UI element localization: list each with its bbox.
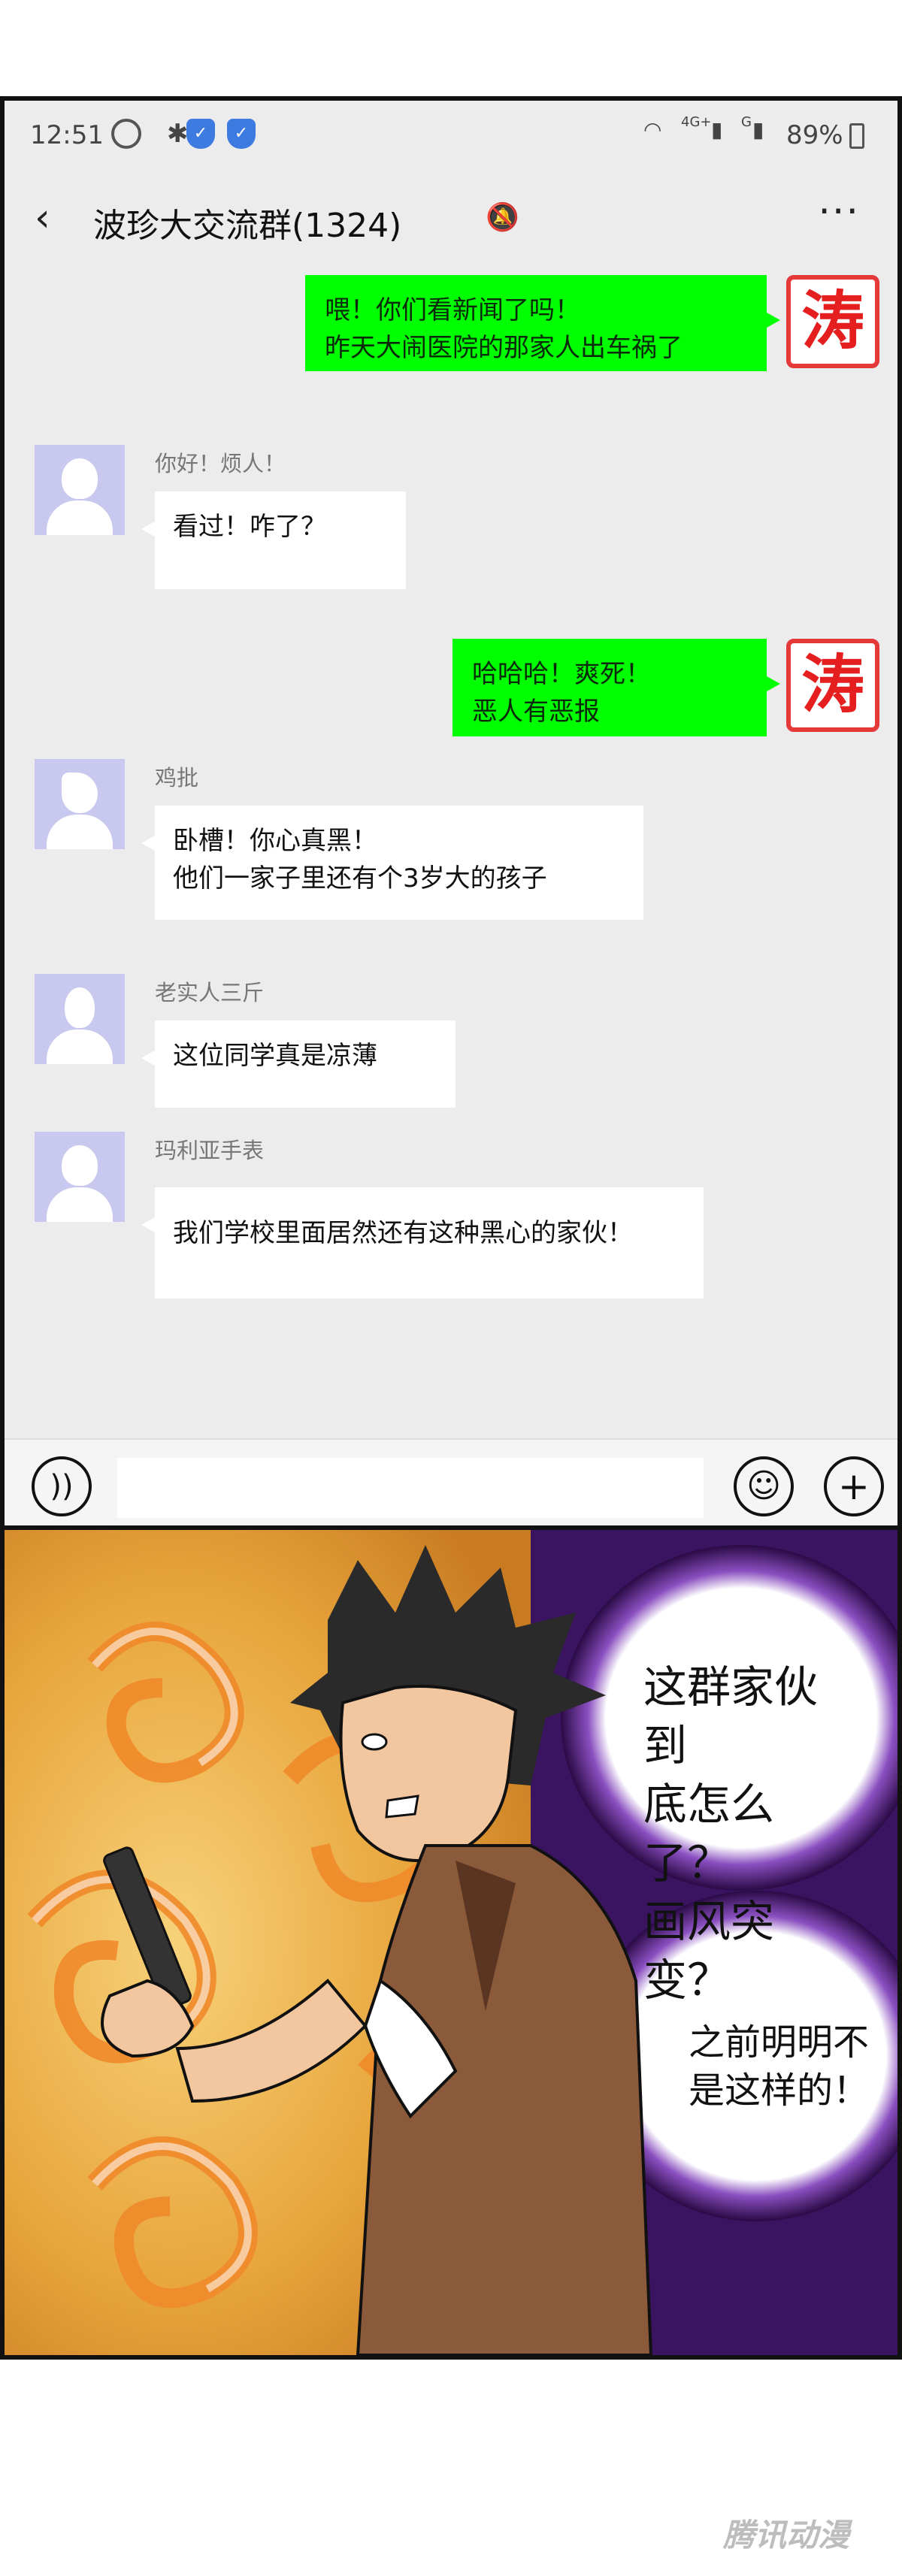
- manga-panel: 这群家伙到 底怎么了？ 画风突变？ 之前明明不 是这样的！: [0, 1525, 902, 2360]
- message-line: 恶人有恶报: [472, 697, 600, 727]
- speech-bubble: 这群家伙到 底怎么了？ 画风突变？: [613, 1643, 861, 2006]
- sender-name: 你好！烦人！: [155, 451, 286, 476]
- shield-icon: ✓: [227, 119, 256, 149]
- status-time: 12:51: [30, 120, 104, 150]
- message-bubble[interactable]: 这位同学真是凉薄: [141, 1020, 456, 1108]
- more-icon[interactable]: ···: [818, 189, 860, 234]
- avatar-body: [47, 815, 113, 849]
- avatar[interactable]: [35, 445, 125, 535]
- message-line: 我们学校里面居然还有这种黑心的家伙！: [173, 1218, 633, 1248]
- sender-name: 玛利亚手表: [155, 1138, 265, 1163]
- message-line: 喂！你们看新闻了吗！: [325, 295, 580, 325]
- message-line: 卧槽！你心真黑！: [173, 826, 377, 856]
- avatar-head: [62, 1145, 98, 1186]
- mouth: [385, 1794, 419, 1819]
- avatar[interactable]: [35, 759, 125, 849]
- avatar-self[interactable]: 涛: [786, 639, 879, 732]
- message-bubble[interactable]: 看过！咋了？: [141, 491, 406, 589]
- battery-level: 89%: [786, 120, 843, 150]
- message-bubble-self[interactable]: 哈哈哈！爽死！ 恶人有恶报: [453, 639, 780, 736]
- message-input[interactable]: [117, 1458, 704, 1518]
- wifi-icon: ◠: [643, 117, 662, 142]
- eye: [361, 1733, 388, 1751]
- message-line: 他们一家子里还有个3岁大的孩子: [173, 863, 547, 893]
- chat-title-bar: ‹ 波珍大交流群(1324) 🔕 ···: [5, 176, 897, 259]
- sender-name: 鸡批: [155, 765, 199, 791]
- message-line: 昨天大闹医院的那家人出车祸了: [325, 333, 683, 363]
- signal2-label: G: [741, 114, 752, 130]
- shield-icon: ✓: [186, 119, 215, 149]
- speech-line: 这群家伙到: [643, 1661, 819, 1771]
- emoji-icon[interactable]: ☺: [734, 1456, 794, 1516]
- avatar-body: [47, 1187, 113, 1222]
- network-type: 4G+: [681, 114, 712, 130]
- avatar-head: [65, 987, 95, 1028]
- status-bar: 12:51 ✱ ✓ ✓ ◠ 4G+ ▮ G ▮ 89%: [5, 101, 897, 176]
- avatar-head: [62, 458, 98, 499]
- chat-title: 波珍大交流群(1324): [93, 207, 402, 245]
- input-bar: )) ☺ +: [5, 1438, 897, 1525]
- message-bubble[interactable]: 我们学校里面居然还有这种黑心的家伙！: [141, 1187, 704, 1299]
- watermark: 腾讯动漫: [722, 2517, 849, 2553]
- message-bubble[interactable]: 卧槽！你心真黑！ 他们一家子里还有个3岁大的孩子: [141, 806, 643, 920]
- speech-line: 底怎么了？: [643, 1779, 775, 1888]
- avatar[interactable]: [35, 974, 125, 1064]
- message-line: 哈哈哈！爽死！: [472, 659, 651, 689]
- battery-icon: [849, 123, 864, 149]
- sender-name: 老实人三斤: [155, 980, 265, 1005]
- back-arrow-icon[interactable]: ‹: [35, 195, 50, 240]
- speech-line: 之前明明不: [689, 2021, 870, 2064]
- speech-bubble: 之前明明不 是这样的！: [651, 2003, 876, 2131]
- signal-icon: ▮: [711, 117, 723, 142]
- avatar-head: [62, 772, 98, 813]
- speech-line: 是这样的！: [689, 2070, 870, 2112]
- signal-icon: ▮: [752, 117, 764, 142]
- message-line: 看过！咋了？: [173, 512, 326, 542]
- avatar-body: [47, 1029, 113, 1064]
- message-bubble-self[interactable]: 喂！你们看新闻了吗！ 昨天大闹医院的那家人出车祸了: [305, 275, 780, 371]
- speech-line: 画风突变？: [643, 1896, 775, 2006]
- avatar-body: [47, 500, 113, 535]
- chat-screenshot: 12:51 ✱ ✓ ✓ ◠ 4G+ ▮ G ▮ 89% ‹ 波珍大交流群(132…: [0, 96, 902, 1530]
- avatar[interactable]: [35, 1132, 125, 1222]
- avatar-self[interactable]: 涛: [786, 275, 879, 368]
- voice-icon[interactable]: )): [32, 1456, 92, 1516]
- plus-icon[interactable]: +: [824, 1456, 884, 1516]
- bell-muted-icon[interactable]: 🔕: [486, 201, 519, 233]
- bluetooth-icon: ✱: [167, 119, 189, 149]
- alarm-icon: [111, 119, 141, 149]
- message-line: 这位同学真是凉薄: [173, 1041, 377, 1071]
